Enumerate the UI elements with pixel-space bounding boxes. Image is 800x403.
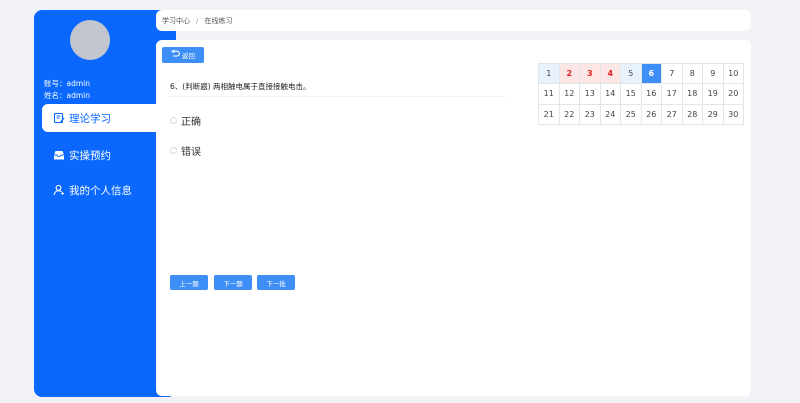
option-label: 错误 [181, 147, 201, 158]
question-text: 6、(判断题) 两相触电属于直接接触电击。 [170, 82, 311, 91]
question-number-cell[interactable]: 8 [682, 64, 703, 85]
inbox-icon [53, 149, 65, 161]
question-number-cell[interactable]: 15 [621, 84, 642, 105]
next-batch-button[interactable]: 下一批 [257, 275, 295, 290]
question-number-cell[interactable]: 17 [662, 84, 683, 105]
main-panel: 返回 6、(判断题) 两相触电属于直接接触电击。 正确 错误 上一题 下一题 下… [156, 40, 751, 396]
sidebar: 账号：admin 姓名：admin 理论学习 实操预约 我的个人信息 [34, 10, 176, 397]
question-number-cell[interactable]: 3 [580, 64, 601, 85]
edit-icon [53, 112, 65, 124]
question-number-cell[interactable]: 13 [580, 84, 601, 105]
question-number-cell[interactable]: 28 [682, 104, 703, 125]
sidebar-item-theory-study[interactable]: 理论学习 [42, 104, 167, 132]
question-number-cell[interactable]: 20 [723, 84, 744, 105]
answer-card-grid: 1 2 3 4 5 6 7 8 9 10 11 12 13 14 15 16 17 18 19 20 21 22 23 24 2… [538, 63, 744, 125]
question-number-cell[interactable]: 16 [641, 84, 662, 105]
question-number-cell[interactable]: 23 [580, 104, 601, 125]
radio-button[interactable] [170, 147, 177, 154]
question-number-cell[interactable]: 25 [621, 104, 642, 125]
question-number-cell[interactable]: 29 [703, 104, 724, 125]
sidebar-item-label: 我的个人信息 [69, 184, 132, 197]
question-number-cell[interactable]: 10 [723, 64, 744, 85]
sidebar-item-label: 实操预约 [69, 149, 111, 162]
previous-question-button[interactable]: 上一题 [170, 275, 208, 290]
radio-button[interactable] [170, 117, 177, 124]
option-true[interactable]: 正确 [170, 113, 201, 128]
question-number-cell[interactable]: 14 [600, 84, 621, 105]
breadcrumb: 学习中心 / 在线练习 [156, 10, 751, 31]
sidebar-item-my-profile[interactable]: 我的个人信息 [42, 176, 167, 204]
name-info: 姓名：admin [44, 91, 90, 100]
divider [170, 96, 506, 97]
question-number-cell[interactable]: 24 [600, 104, 621, 125]
question-number-cell[interactable]: 7 [662, 64, 683, 85]
question-number-cell[interactable]: 12 [559, 84, 580, 105]
back-button[interactable]: 返回 [162, 47, 204, 63]
question-number-cell[interactable]: 18 [682, 84, 703, 105]
option-label: 正确 [181, 117, 201, 128]
breadcrumb-item-online-practice: 在线练习 [204, 16, 233, 25]
question-number-cell[interactable]: 9 [703, 64, 724, 85]
question-number-cell[interactable]: 5 [621, 64, 642, 85]
next-question-button[interactable]: 下一题 [214, 275, 252, 290]
question-number-cell[interactable]: 21 [539, 104, 560, 125]
user-icon [53, 184, 65, 196]
back-button-label: 返回 [182, 52, 195, 60]
sidebar-item-label: 理论学习 [69, 112, 111, 125]
question-number-cell[interactable]: 4 [600, 64, 621, 85]
question-number-cell[interactable]: 2 [559, 64, 580, 85]
question-number-cell[interactable]: 11 [539, 84, 560, 105]
question-number-cell[interactable]: 26 [641, 104, 662, 125]
breadcrumb-item-learning-center[interactable]: 学习中心 [162, 16, 190, 26]
account-info: 账号：admin [44, 79, 90, 88]
avatar[interactable] [70, 20, 110, 60]
option-false[interactable]: 错误 [170, 143, 201, 158]
breadcrumb-separator: / [196, 16, 199, 25]
question-number-cell[interactable]: 30 [723, 104, 744, 125]
sidebar-item-practical-booking[interactable]: 实操预约 [42, 141, 167, 169]
question-number-cell[interactable]: 1 [539, 64, 560, 85]
return-icon [171, 49, 180, 60]
question-number-cell[interactable]: 22 [559, 104, 580, 125]
question-number-cell[interactable]: 19 [703, 84, 724, 105]
question-number-cell[interactable]: 6 [641, 64, 662, 85]
question-number-cell[interactable]: 27 [662, 104, 683, 125]
